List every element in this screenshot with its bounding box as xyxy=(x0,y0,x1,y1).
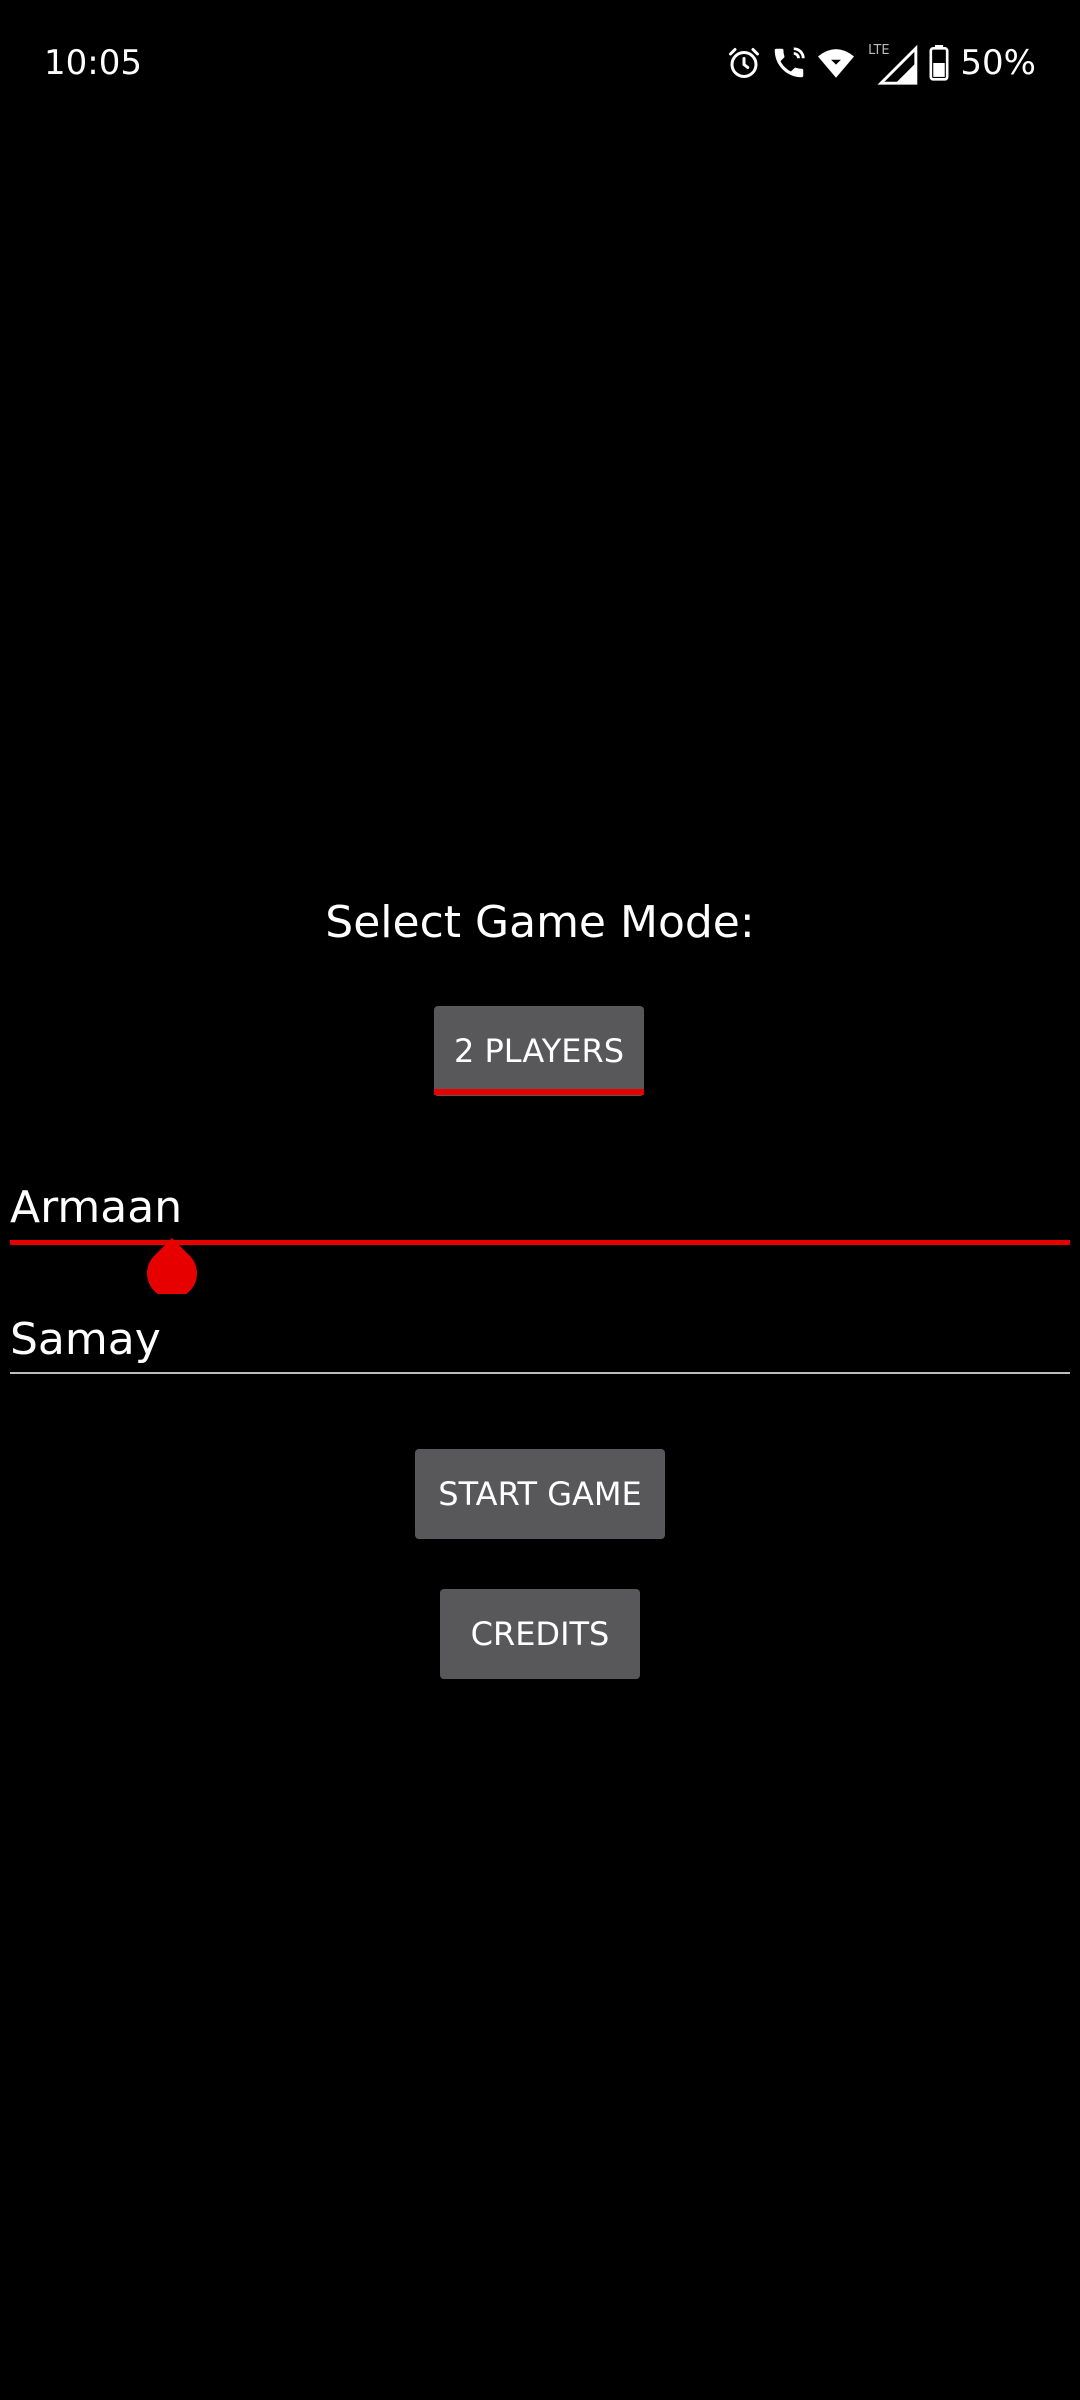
alarm-icon xyxy=(726,45,762,81)
player2-field-underline xyxy=(10,1372,1070,1374)
start-game-button[interactable]: START GAME xyxy=(415,1449,665,1539)
credits-button[interactable]: CREDITS xyxy=(440,1589,640,1679)
game-mode-button[interactable]: 2 PLAYERS xyxy=(434,1006,644,1096)
player2-field[interactable] xyxy=(10,1310,1070,1370)
status-time: 10:05 xyxy=(44,43,142,83)
wifi-icon xyxy=(816,45,856,81)
network-type-label: LTE xyxy=(869,43,890,58)
signal-icon: LTE xyxy=(864,41,920,85)
battery-icon xyxy=(928,45,950,81)
player1-field[interactable] xyxy=(10,1178,1070,1238)
text-cursor-handle[interactable] xyxy=(146,1238,198,1299)
wifi-calling-icon xyxy=(770,44,808,82)
player2-name-input[interactable] xyxy=(10,1310,1070,1370)
status-icons: LTE 50% xyxy=(726,36,1036,90)
status-bar: 10:05 LTE 50% xyxy=(0,0,1080,126)
mode-button-focus-underline xyxy=(434,1089,644,1095)
battery-percentage: 50% xyxy=(960,43,1036,83)
player1-name-input[interactable] xyxy=(10,1178,1070,1238)
page-title: Select Game Mode: xyxy=(325,897,755,948)
